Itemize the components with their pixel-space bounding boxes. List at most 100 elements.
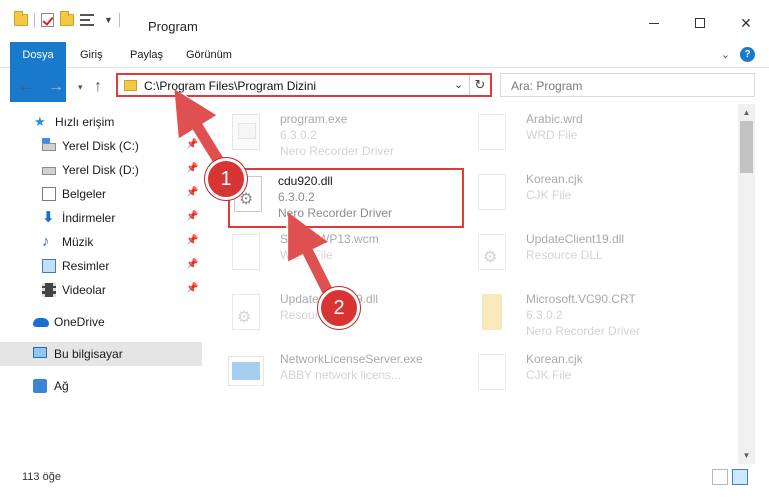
item-count: 113 öğe — [22, 471, 61, 483]
tiles-view-button[interactable] — [732, 469, 748, 485]
file-item[interactable]: Arabic.wrd WRD File — [458, 108, 702, 168]
new-folder-icon[interactable] — [60, 11, 74, 26]
details-view-button[interactable] — [712, 469, 728, 485]
view-toggle — [712, 469, 748, 485]
file-item[interactable]: NetworkLicenseServer.exe ABBY network li… — [212, 348, 456, 408]
address-bar[interactable]: C:\Program Files\Program Dizini ⌄ ↻ — [116, 73, 492, 97]
file-version: 6.3.0.2 — [278, 190, 315, 204]
downloads-icon: ⬇ — [42, 209, 55, 226]
file-description: Nero Recorder Driver — [278, 206, 393, 220]
file-description: CJK File — [526, 368, 572, 382]
qat-dropdown-icon[interactable]: ▼ — [104, 15, 113, 25]
address-dropdown-icon[interactable]: ⌄ — [454, 78, 463, 91]
window-controls: ✕ — [631, 8, 769, 38]
file-description: CJK File — [526, 188, 572, 202]
onedrive-icon — [33, 318, 49, 327]
back-button[interactable]: ← — [18, 78, 34, 96]
pin-icon[interactable]: 📌 — [186, 211, 198, 222]
crt-icon — [482, 294, 502, 330]
maximize-button[interactable] — [677, 8, 723, 38]
sidebar-item-pictures[interactable]: Resimler 📌 — [0, 254, 202, 278]
scroll-down-button[interactable]: ▼ — [738, 447, 755, 464]
this-pc-icon — [33, 347, 47, 358]
toolbar-separator — [34, 13, 35, 27]
file-item[interactable]: Microsoft.VC90.CRT 6.3.0.2 Nero Recorder… — [458, 288, 702, 348]
pin-icon[interactable]: 📌 — [186, 163, 198, 174]
sidebar-item-drive-c[interactable]: Yerel Disk (C:) 📌 — [0, 134, 202, 158]
folder-icon — [14, 11, 28, 26]
file-icon — [478, 114, 506, 150]
window-title: Program — [148, 19, 198, 34]
file-name: Korean.cjk — [526, 352, 583, 366]
scroll-up-button[interactable]: ▲ — [738, 104, 755, 121]
file-item[interactable]: Korean.cjk CJK File — [458, 168, 702, 228]
file-name: Korean.cjk — [526, 172, 583, 186]
customize-list-icon[interactable] — [80, 13, 98, 27]
tab-home[interactable]: Giriş — [80, 42, 103, 68]
sidebar-item-label: Ağ — [54, 379, 69, 393]
music-icon: ♪ — [42, 233, 50, 250]
search-input[interactable]: Ara: Program — [511, 79, 582, 93]
file-description: WCM File — [280, 248, 333, 262]
search-box[interactable]: Ara: Program — [500, 73, 755, 97]
file-name: Arabic.wrd — [526, 112, 583, 126]
file-item-selected[interactable]: cdu920.dll 6.3.0.2 Nero Recorder Driver — [228, 168, 464, 228]
tab-view[interactable]: Görünüm — [186, 42, 232, 68]
sidebar-item-label: Müzik — [62, 235, 94, 249]
forward-button[interactable]: → — [48, 78, 64, 96]
refresh-button[interactable]: ↻ — [469, 75, 490, 95]
sidebar-item-network[interactable]: Ağ — [0, 374, 202, 398]
sidebar-item-downloads[interactable]: ⬇ İndirmeler 📌 — [0, 206, 202, 230]
close-button[interactable]: ✕ — [723, 8, 769, 38]
file-description: WRD File — [526, 128, 578, 142]
file-item[interactable]: program.exe 6.3.0.2 Nero Recorder Driver — [212, 108, 456, 168]
sidebar-item-label: Yerel Disk (C:) — [62, 139, 139, 153]
recent-locations-button[interactable]: ▾ — [78, 82, 83, 93]
vertical-scrollbar[interactable]: ▲ ▼ — [738, 104, 755, 464]
sidebar-item-label: Yerel Disk (D:) — [62, 163, 139, 177]
file-description: Nero Recorder Driver — [526, 324, 641, 338]
sidebar-item-drive-d[interactable]: Yerel Disk (D:) 📌 — [0, 158, 202, 182]
file-name: cdu920.dll — [278, 174, 333, 188]
file-icon — [232, 234, 260, 270]
chevron-down-icon[interactable]: ⌄ — [721, 48, 730, 61]
scroll-thumb[interactable] — [740, 121, 753, 173]
sidebar-item-documents[interactable]: Belgeler 📌 — [0, 182, 202, 206]
up-button[interactable]: ↑ — [94, 78, 102, 96]
file-name: Microsoft.VC90.CRT — [526, 292, 636, 306]
sidebar-item-this-pc[interactable]: Bu bilgisayar — [0, 342, 202, 366]
address-path[interactable]: C:\Program Files\Program Dizini — [144, 79, 316, 93]
navigation-pane: ★ Hızlı erişim Yerel Disk (C:) 📌 Yerel D… — [0, 104, 208, 460]
tab-share[interactable]: Paylaş — [130, 42, 163, 68]
star-icon: ★ — [34, 114, 46, 129]
title-bar: ▼ Program ✕ — [0, 0, 769, 40]
help-button[interactable]: ? — [740, 47, 755, 62]
exe-icon — [232, 114, 260, 150]
file-item[interactable]: UpdateClient19.dll Resource DLL — [458, 228, 702, 288]
sidebar-item-label: Bu bilgisayar — [54, 347, 123, 361]
sidebar-item-onedrive[interactable]: OneDrive — [0, 310, 202, 334]
file-name: NetworkLicenseServer.exe — [280, 352, 423, 366]
ribbon-controls: ⌄ ? — [721, 47, 755, 62]
ribbon: Dosya Giriş Paylaş Görünüm ⌄ ? — [0, 42, 769, 102]
pin-icon[interactable]: 📌 — [186, 139, 198, 150]
drive-d-icon — [42, 167, 56, 175]
file-name: UpdateClient19.dll — [526, 232, 625, 246]
file-item[interactable]: SecureWP13.wcm WCM File — [212, 228, 456, 288]
sidebar-item-label: Belgeler — [62, 187, 107, 201]
pin-icon[interactable]: 📌 — [186, 235, 198, 246]
sidebar-item-quick-access[interactable]: ★ Hızlı erişim — [0, 110, 202, 134]
properties-check-icon[interactable] — [41, 13, 54, 27]
file-version: 6.3.0.2 — [280, 128, 317, 142]
file-description: Nero Recorder Driver — [280, 144, 395, 158]
pin-icon[interactable]: 📌 — [186, 283, 198, 294]
file-item[interactable]: Korean.cjk CJK File — [458, 348, 702, 408]
sidebar-item-videos[interactable]: Videolar 📌 — [0, 278, 202, 302]
sidebar-item-label: Hızlı erişim — [55, 115, 115, 129]
minimize-button[interactable] — [631, 8, 677, 38]
pin-icon[interactable]: 📌 — [186, 259, 198, 270]
sidebar-item-music[interactable]: ♪ Müzik 📌 — [0, 230, 202, 254]
quick-access-toolbar: ▼ — [14, 11, 120, 27]
pin-icon[interactable]: 📌 — [186, 187, 198, 198]
file-description: ABBY network licens... — [280, 368, 402, 382]
